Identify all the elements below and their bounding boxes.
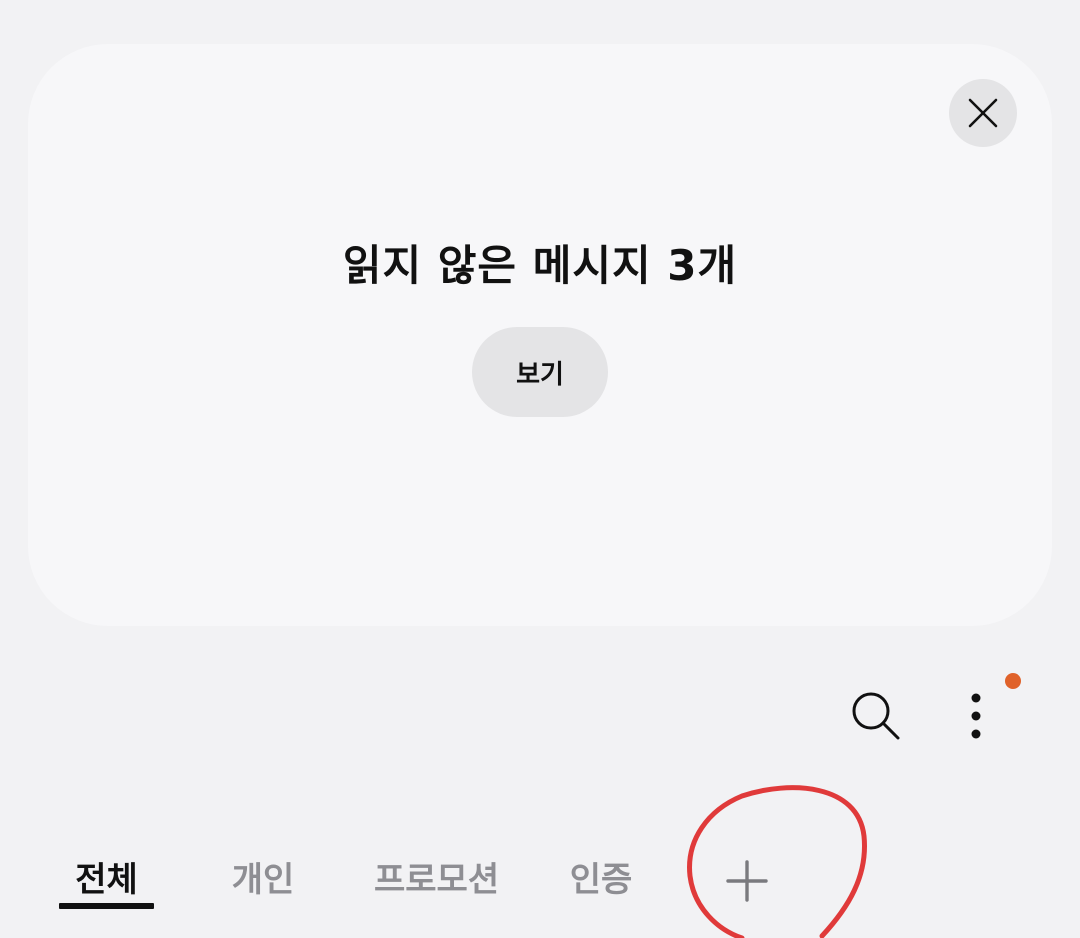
active-tab-indicator bbox=[59, 903, 154, 909]
unread-count-title: 읽지 않은 메시지 3개 bbox=[342, 241, 738, 290]
tab-promotion[interactable]: 프로모션 bbox=[374, 852, 499, 908]
more-vertical-icon bbox=[971, 693, 981, 739]
tab-all[interactable]: 전체 bbox=[59, 852, 154, 908]
messages-screen: 읽지 않은 메시지 3개 보기 전체 개인 프로모션 인증 bbox=[0, 0, 1080, 938]
notification-dot bbox=[1005, 673, 1021, 689]
tab-verification[interactable]: 인증 bbox=[560, 852, 642, 908]
add-tab-button[interactable] bbox=[716, 850, 778, 912]
close-icon bbox=[968, 98, 998, 128]
unread-messages-card: 읽지 않은 메시지 3개 보기 bbox=[28, 44, 1052, 626]
more-options-button[interactable] bbox=[946, 680, 1006, 752]
search-icon bbox=[852, 692, 900, 740]
view-button[interactable]: 보기 bbox=[472, 327, 608, 417]
close-card-button[interactable] bbox=[949, 79, 1017, 147]
red-circle-annotation bbox=[687, 785, 868, 938]
tab-personal[interactable]: 개인 bbox=[222, 852, 304, 908]
search-button[interactable] bbox=[840, 680, 912, 752]
plus-icon bbox=[726, 860, 768, 902]
